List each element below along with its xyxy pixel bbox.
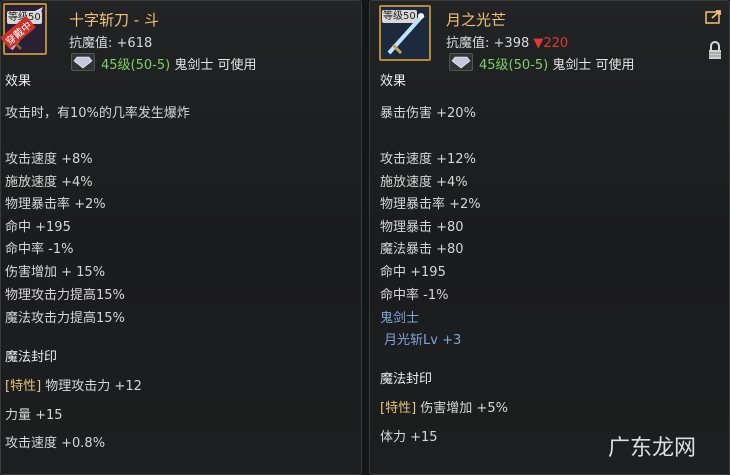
stat-line: 攻击速度 +8% — [5, 152, 93, 167]
class-title: 鬼剑士 — [380, 311, 420, 326]
item-tooltip-right: 等级50 月之光芒 抗魔值: +398 ▼220 45级(50-5) 鬼剑士 可… — [369, 0, 730, 475]
stat-line: 物理暴击率 +2% — [5, 197, 106, 212]
lock-icon[interactable] — [707, 41, 723, 61]
stat-line: 魔法暴击 +80 — [380, 242, 464, 257]
effect-text: 攻击时，有10%的几率发生爆炸 — [5, 106, 190, 121]
effect-title: 效果 — [380, 74, 407, 89]
seal-trait: [特性] 物理攻击力 +12 — [5, 379, 142, 394]
level-badge: 等级50 — [382, 10, 417, 23]
stat-line: 攻击速度 +12% — [380, 152, 476, 167]
stat-line: 物理攻击力提高15% — [5, 288, 125, 303]
requirement: 45级(50-5) 鬼剑士 可使用 — [101, 58, 257, 73]
gem-icon — [449, 53, 473, 71]
stat-line: 物理暴击 +80 — [380, 220, 464, 235]
resist-row: 抗魔值: +398 ▼220 — [446, 36, 569, 51]
stat-line: 命中率 -1% — [380, 288, 449, 303]
seal-title: 魔法封印 — [5, 350, 58, 365]
stat-line: 物理暴击率 +2% — [380, 197, 481, 212]
stat-line: 魔法攻击力提高15% — [5, 311, 125, 326]
requirement: 45级(50-5) 鬼剑士 可使用 — [479, 58, 635, 73]
watermark: 广东龙网 — [607, 436, 696, 461]
stat-line: 施放速度 +4% — [5, 175, 93, 190]
stat-line: 施放速度 +4% — [380, 175, 468, 190]
seal-trait: [特性] 伤害增加 +5% — [380, 401, 508, 416]
resist-row: 抗魔值: +618 — [69, 36, 153, 51]
seal-stat: 力量 +15 — [5, 408, 63, 423]
seal-title: 魔法封印 — [380, 372, 433, 387]
share-icon[interactable] — [705, 9, 723, 25]
effect-title: 效果 — [5, 74, 32, 89]
seal-stat: 攻击速度 +0.8% — [5, 436, 106, 451]
gem-icon — [71, 53, 95, 71]
item-name: 十字斩刀 - 斗 — [69, 11, 159, 29]
stat-line: 命中 +195 — [5, 220, 71, 235]
stat-line: 命中 +195 — [380, 265, 446, 280]
stat-line: 伤害增加 + 15% — [5, 265, 106, 280]
seal-stat: 体力 +15 — [380, 430, 438, 445]
stat-line: 命中率 -1% — [5, 242, 74, 257]
item-name: 月之光芒 — [446, 11, 507, 29]
class-skill: 月光斩Lv +3 — [384, 333, 462, 348]
stat-line: 暴击伤害 +20% — [380, 106, 476, 121]
item-tooltip-left: 等级50 穿戴中 十字斩刀 - 斗 抗魔值: +618 45级(50-5) 鬼剑… — [0, 0, 362, 475]
